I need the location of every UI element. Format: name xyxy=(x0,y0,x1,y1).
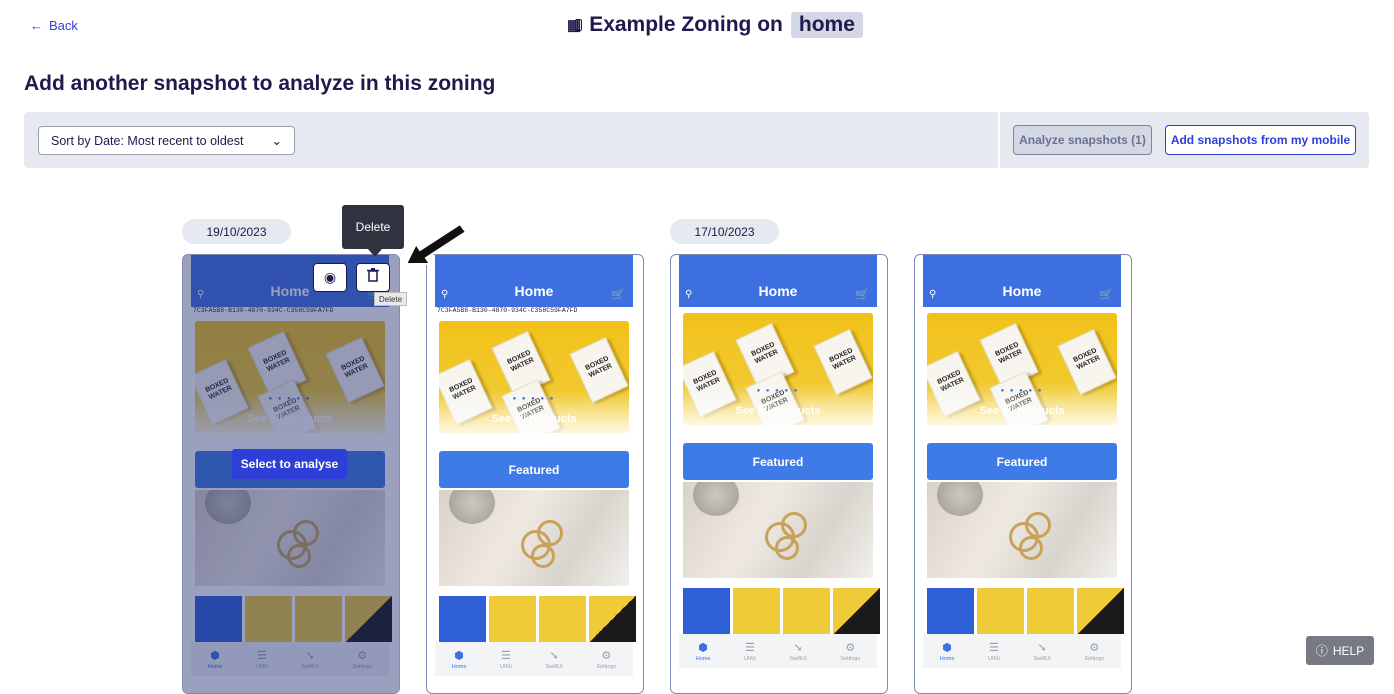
snapshot-card[interactable]: ⚲ Home 🛒 7C3FA5B8-B130-4870-934C-C358C59… xyxy=(182,254,400,694)
banner-image: ● ● ● ● ● See all products xyxy=(927,313,1117,425)
help-icon: ⓘ xyxy=(1315,644,1328,658)
snapshot-uuid: 7C3FA5B8-B130-4870-934C-C358C59FA7FD xyxy=(437,307,578,314)
view-button[interactable]: ◉ xyxy=(313,263,347,292)
tab-settings: ⚙ Settings xyxy=(840,641,861,662)
page-tag-label: home xyxy=(798,13,855,36)
sort-select[interactable]: Sort by Date: Most recent to oldest ⌄ xyxy=(38,126,295,155)
app-tab-bar: ⬢ Home ☰ UIKit ➘ SwiftUI ⚙ Settings xyxy=(435,642,633,676)
app-header: ⚲ Home 🛒 xyxy=(679,255,877,307)
delete-tooltip: Delete xyxy=(342,205,404,257)
select-to-analyse-button[interactable]: Select to analyse xyxy=(232,449,347,479)
sort-select-value: Sort by Date: Most recent to oldest xyxy=(51,133,244,148)
thumbnail-row xyxy=(435,596,636,642)
gear-icon: ⚙ xyxy=(845,641,856,654)
snapshot-card[interactable]: ⚲ Home 🛒 ● ● ● ● ● See all products Feat… xyxy=(670,254,888,694)
page-title: ▦ Example Zoning on home xyxy=(567,12,863,38)
swift-icon: ➘ xyxy=(1037,641,1047,654)
cart-icon: 🛒 xyxy=(855,289,869,301)
banner-image: ● ● ● ● ● See all products xyxy=(683,313,873,425)
snapshot-preview: ⚲ Home 🛒 ● ● ● ● ● See all products Feat… xyxy=(923,255,1124,668)
home-icon: ⬢ xyxy=(942,641,952,654)
carousel-dots: ● ● ● ● ● xyxy=(756,388,800,394)
section-title: Add another snapshot to analyze in this … xyxy=(24,72,496,95)
date-group-label: 17/10/2023 xyxy=(670,219,779,244)
eye-icon: ◉ xyxy=(323,269,337,285)
snapshot-card[interactable]: ⚲ Home 🛒 7C3FA5B8-B130-4870-934C-C358C59… xyxy=(426,254,644,694)
date-group-label: 19/10/2023 xyxy=(182,219,291,244)
top-bar: ← Back ▦ Example Zoning on home xyxy=(0,0,1394,52)
thumbnail-row xyxy=(679,588,880,634)
list-icon: ☰ xyxy=(988,641,999,654)
app-tab-bar: ⬢ Home ☰ UIKit ➘ SwiftUI ⚙ Settings xyxy=(679,634,877,668)
mobile-icon xyxy=(575,19,582,31)
tab-uikit: ☰ UIKit xyxy=(743,641,756,662)
see-all-products-label: See all products xyxy=(491,413,577,425)
app-tab-bar: ⬢ Home ☰ UIKit ➘ SwiftUI ⚙ Settings xyxy=(923,634,1121,668)
cart-icon: 🛒 xyxy=(1099,289,1113,301)
tab-home: ⬢ Home xyxy=(939,641,955,662)
home-icon: ⬢ xyxy=(454,649,464,662)
tab-settings: ⚙ Settings xyxy=(596,649,617,670)
delete-button[interactable] xyxy=(356,263,390,292)
snapshot-preview: ⚲ Home 🛒 7C3FA5B8-B130-4870-934C-C358C59… xyxy=(435,255,636,676)
product-photo xyxy=(683,482,873,578)
featured-label: Featured xyxy=(439,451,629,488)
help-label: HELP xyxy=(1332,643,1365,658)
tab-swiftui: ➘ SwiftUI xyxy=(1033,641,1051,662)
product-photo xyxy=(439,490,629,586)
mouse-cursor-arrow-icon xyxy=(404,222,468,265)
tab-home: ⬢ Home xyxy=(695,641,711,662)
page-tag: home xyxy=(575,12,863,38)
help-button[interactable]: ⓘ HELP xyxy=(1306,636,1374,665)
app-header-title: Home xyxy=(514,283,554,299)
delete-native-tooltip: Delete xyxy=(374,292,408,306)
app-header: ⚲ Home 🛒 xyxy=(923,255,1121,307)
snapshot-preview: ⚲ Home 🛒 ● ● ● ● ● See all products Feat… xyxy=(679,255,880,668)
add-snapshots-mobile-button[interactable]: Add snapshots from my mobile xyxy=(1165,125,1356,155)
gear-icon: ⚙ xyxy=(1089,641,1100,654)
tab-swiftui: ➘ SwiftUI xyxy=(789,641,807,662)
action-toolbar: Analyze snapshots (1) Add snapshots from… xyxy=(1000,112,1369,168)
cart-icon: 🛒 xyxy=(611,289,625,301)
tab-uikit: ☰ UIKit xyxy=(499,649,512,670)
arrow-left-icon: ← xyxy=(30,18,43,33)
product-photo xyxy=(927,482,1117,578)
snapshot-card[interactable]: ⚲ Home 🛒 ● ● ● ● ● See all products Feat… xyxy=(914,254,1132,694)
carousel-dots: ● ● ● ● ● xyxy=(1000,388,1044,394)
back-link[interactable]: ← Back xyxy=(30,18,78,33)
tab-settings: ⚙ Settings xyxy=(1084,641,1105,662)
see-all-products-label: See all products xyxy=(735,405,821,417)
tab-home: ⬢ Home xyxy=(451,649,467,670)
trash-icon xyxy=(367,268,379,287)
thumbnail-row xyxy=(923,588,1124,634)
sort-toolbar: Sort by Date: Most recent to oldest ⌄ xyxy=(24,112,998,168)
app-header-title: Home xyxy=(758,283,798,299)
page-title-text: Example Zoning on xyxy=(589,13,783,36)
list-icon: ☰ xyxy=(744,641,755,654)
carousel-dots: ● ● ● ● ● xyxy=(512,396,556,402)
featured-label: Featured xyxy=(927,443,1117,480)
tab-swiftui: ➘ SwiftUI xyxy=(545,649,563,670)
app-header-title: Home xyxy=(1002,283,1042,299)
gear-icon: ⚙ xyxy=(601,649,612,662)
swift-icon: ➘ xyxy=(793,641,803,654)
swift-icon: ➘ xyxy=(549,649,559,662)
featured-label: Featured xyxy=(683,443,873,480)
chevron-down-icon: ⌄ xyxy=(271,134,282,148)
back-label: Back xyxy=(49,18,78,33)
see-all-products-label: See all products xyxy=(979,405,1065,417)
analyze-snapshots-button[interactable]: Analyze snapshots (1) xyxy=(1013,125,1152,155)
home-icon: ⬢ xyxy=(698,641,708,654)
tab-uikit: ☰ UIKit xyxy=(987,641,1000,662)
banner-image: ● ● ● ● ● See all products xyxy=(439,321,629,433)
list-icon: ☰ xyxy=(500,649,511,662)
